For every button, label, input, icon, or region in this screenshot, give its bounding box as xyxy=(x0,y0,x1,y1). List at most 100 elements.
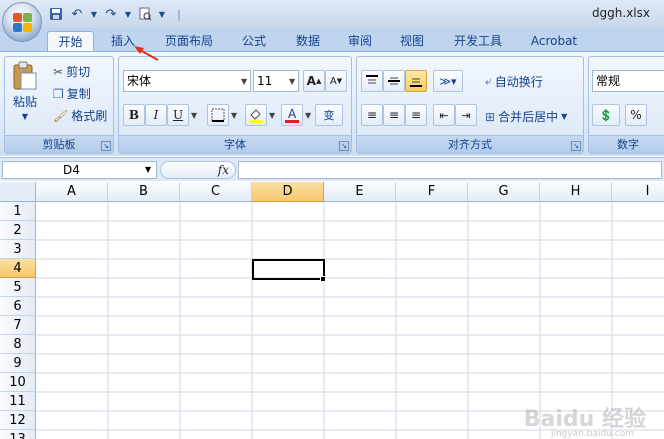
orientation-button[interactable]: ≫▾ xyxy=(433,70,463,92)
worksheet[interactable]: ABCDEFGHI 12345678910111213 Baidu 经验 jin… xyxy=(0,182,664,439)
border-button[interactable] xyxy=(207,104,229,126)
name-box-dropdown-icon[interactable]: ▼ xyxy=(145,165,151,174)
font-launcher-icon[interactable]: ↘ xyxy=(339,141,349,151)
tab-developer[interactable]: 开发工具 xyxy=(446,31,510,51)
ribbon: 粘贴 ▼ ✂ 剪切 ❐ 复制 🖌 格式刷 剪贴板 ↘ 宋体 ▼ 11 ▼ A ▲ … xyxy=(0,51,664,156)
merge-center-label: 合并后居中 xyxy=(498,110,559,124)
percent-button[interactable]: % xyxy=(625,104,647,126)
clipboard-group-label: 剪贴板 xyxy=(5,135,113,153)
row-header-12[interactable]: 12 xyxy=(0,411,36,430)
row-header-6[interactable]: 6 xyxy=(0,297,36,316)
tab-data[interactable]: 数据 xyxy=(286,31,330,51)
shrink-font-button[interactable]: A ▼ xyxy=(325,70,347,92)
copy-icon: ❐ xyxy=(53,86,64,101)
tab-formulas[interactable]: 公式 xyxy=(232,31,276,51)
column-header-c[interactable]: C xyxy=(180,182,252,202)
column-header-i[interactable]: I xyxy=(612,182,664,202)
merge-center-button[interactable]: ⊞ 合并后居中 ▼ xyxy=(485,108,567,125)
font-color-dropdown-icon[interactable]: ▼ xyxy=(305,111,311,120)
row-header-3[interactable]: 3 xyxy=(0,240,36,259)
column-header-g[interactable]: G xyxy=(468,182,540,202)
column-header-b[interactable]: B xyxy=(108,182,180,202)
tab-view[interactable]: 视图 xyxy=(390,31,434,51)
undo-icon[interactable]: ↶ xyxy=(69,6,85,22)
row-header-9[interactable]: 9 xyxy=(0,354,36,373)
wrap-text-label: 自动换行 xyxy=(494,75,543,89)
alignment-launcher-icon[interactable]: ↘ xyxy=(571,141,581,151)
wrap-text-button[interactable]: ⤶ 自动换行 xyxy=(485,73,543,90)
paste-button[interactable]: 粘贴 ▼ xyxy=(11,61,39,121)
undo-dropdown-icon[interactable]: ▼ xyxy=(90,6,98,22)
fill-color-dropdown-icon[interactable]: ▼ xyxy=(269,111,275,120)
font-color-button[interactable]: A xyxy=(281,104,303,126)
row-header-5[interactable]: 5 xyxy=(0,278,36,297)
fill-handle[interactable] xyxy=(320,276,326,282)
font-size-dropdown-icon[interactable]: ▼ xyxy=(289,77,295,86)
tab-review[interactable]: 审阅 xyxy=(338,31,382,51)
row-header-4[interactable]: 4 xyxy=(0,259,36,278)
row-header-11[interactable]: 11 xyxy=(0,392,36,411)
row-header-13[interactable]: 13 xyxy=(0,430,36,439)
copy-button[interactable]: ❐ 复制 xyxy=(53,85,91,102)
column-header-e[interactable]: E xyxy=(324,182,396,202)
scissors-icon: ✂ xyxy=(53,64,64,79)
decrease-indent-button[interactable]: ⇤ xyxy=(433,104,455,126)
grow-font-button[interactable]: A ▲ xyxy=(303,70,325,92)
formula-input[interactable] xyxy=(238,161,662,179)
row-header-2[interactable]: 2 xyxy=(0,221,36,240)
ribbon-tabs: 开始 插入 页面布局 公式 数据 审阅 视图 开发工具 Acrobat xyxy=(0,28,664,51)
number-format-select[interactable]: 常规 xyxy=(592,70,664,92)
select-all-corner[interactable] xyxy=(0,182,36,202)
top-align-icon xyxy=(366,75,378,84)
paste-icon xyxy=(13,61,37,90)
phonetic-button[interactable]: 变 xyxy=(315,104,343,126)
quick-access-toolbar: ↶ ▼ ↷ ▼ ▼ | xyxy=(48,4,187,24)
font-name-select[interactable]: 宋体 xyxy=(123,70,251,92)
format-painter-label: 格式刷 xyxy=(71,109,108,123)
fill-color-button[interactable] xyxy=(245,104,267,126)
title-bar: ↶ ▼ ↷ ▼ ▼ | dggh.xlsx xyxy=(0,0,664,28)
align-right-button[interactable]: ≡ xyxy=(405,104,427,126)
column-header-a[interactable]: A xyxy=(36,182,108,202)
insert-function-icon[interactable]: fx xyxy=(218,163,229,177)
print-preview-icon[interactable] xyxy=(137,6,153,22)
active-cell-d4[interactable] xyxy=(252,259,325,280)
office-button[interactable] xyxy=(2,2,42,42)
orientation-icon: ≫▾ xyxy=(439,74,457,88)
name-box[interactable]: D4 xyxy=(2,161,157,179)
row-header-8[interactable]: 8 xyxy=(0,335,36,354)
row-header-1[interactable]: 1 xyxy=(0,202,36,221)
column-header-d[interactable]: D xyxy=(252,182,324,202)
column-header-h[interactable]: H xyxy=(540,182,612,202)
align-center-button[interactable]: ≡ xyxy=(383,104,405,126)
row-header-7[interactable]: 7 xyxy=(0,316,36,335)
tab-acrobat[interactable]: Acrobat xyxy=(522,31,586,51)
border-icon xyxy=(211,108,225,122)
redo-icon[interactable]: ↷ xyxy=(103,6,119,22)
clipboard-launcher-icon[interactable]: ↘ xyxy=(101,141,111,151)
row-header-10[interactable]: 10 xyxy=(0,373,36,392)
tab-home[interactable]: 开始 xyxy=(47,31,94,51)
formula-bar: D4 ▼ fx xyxy=(0,157,664,181)
paint-bucket-icon xyxy=(249,109,263,123)
underline-dropdown-icon[interactable]: ▼ xyxy=(191,111,197,120)
top-align-button[interactable] xyxy=(361,70,383,92)
qat-customize-icon[interactable]: ▼ xyxy=(158,6,166,22)
border-dropdown-icon[interactable]: ▼ xyxy=(231,111,237,120)
increase-indent-button[interactable]: ⇥ xyxy=(455,104,477,126)
middle-align-button[interactable] xyxy=(383,70,405,92)
column-header-f[interactable]: F xyxy=(396,182,468,202)
bold-button[interactable]: B xyxy=(123,104,145,126)
bottom-align-button[interactable] xyxy=(405,70,427,92)
alignment-group-label: 对齐方式 xyxy=(357,135,583,153)
cut-label: 剪切 xyxy=(66,65,91,79)
underline-button[interactable]: U xyxy=(167,104,189,126)
save-icon[interactable] xyxy=(48,6,64,22)
accounting-format-button[interactable]: 💲 xyxy=(592,104,620,126)
redo-dropdown-icon[interactable]: ▼ xyxy=(124,6,132,22)
middle-align-icon xyxy=(388,77,400,85)
cut-button[interactable]: ✂ 剪切 xyxy=(53,63,90,80)
align-left-button[interactable]: ≡ xyxy=(361,104,383,126)
italic-button[interactable]: I xyxy=(145,104,167,126)
format-painter-button[interactable]: 🖌 格式刷 xyxy=(53,107,107,124)
